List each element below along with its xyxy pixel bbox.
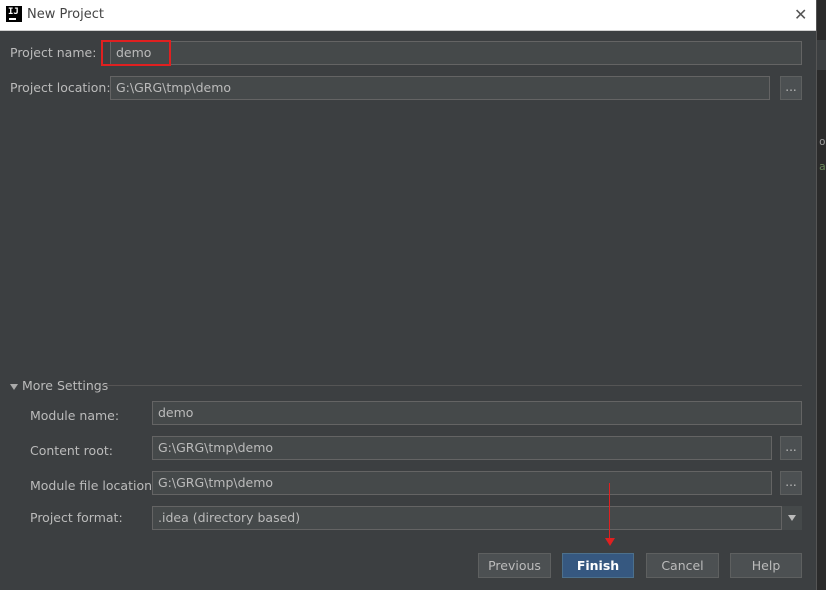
project-name-label: Project name:: [10, 45, 97, 60]
content-root-input[interactable]: G:\GRG\tmp\demo: [152, 436, 772, 460]
dropdown-arrow-icon[interactable]: [781, 506, 802, 530]
annotation-arrow-head-icon: [605, 538, 615, 546]
intellij-app-icon: IJ: [6, 6, 22, 22]
project-location-label: Project location:: [10, 80, 111, 95]
project-location-browse-button[interactable]: ...: [780, 76, 802, 100]
finish-button[interactable]: Finish: [562, 553, 634, 578]
module-file-location-label: Module file location:: [30, 478, 157, 493]
section-divider: [103, 385, 802, 386]
content-root-label: Content root:: [30, 443, 113, 458]
background-char: a: [819, 160, 826, 173]
previous-button[interactable]: Previous: [478, 553, 551, 578]
more-settings-toggle[interactable]: More Settings: [10, 378, 108, 393]
window-title: New Project: [27, 7, 104, 22]
content-root-browse-button[interactable]: ...: [780, 436, 802, 460]
close-icon[interactable]: ✕: [794, 5, 807, 24]
module-name-input[interactable]: demo: [152, 401, 802, 425]
project-format-label: Project format:: [30, 510, 123, 525]
title-bar: IJ New Project ✕: [0, 0, 816, 31]
module-name-label: Module name:: [30, 408, 120, 423]
chevron-down-icon: [10, 383, 18, 390]
help-button[interactable]: Help: [730, 553, 802, 578]
project-location-input[interactable]: G:\GRG\tmp\demo: [110, 76, 770, 100]
project-format-select[interactable]: .idea (directory based): [152, 506, 802, 530]
background-editor-strip: o a: [816, 0, 826, 590]
annotation-arrow-line: [609, 483, 610, 541]
cancel-button[interactable]: Cancel: [646, 553, 719, 578]
background-tab: [817, 40, 826, 70]
project-name-input[interactable]: demo: [110, 41, 802, 65]
module-file-location-input[interactable]: G:\GRG\tmp\demo: [152, 471, 772, 495]
background-char: o: [819, 135, 826, 148]
module-file-location-browse-button[interactable]: ...: [780, 471, 802, 495]
